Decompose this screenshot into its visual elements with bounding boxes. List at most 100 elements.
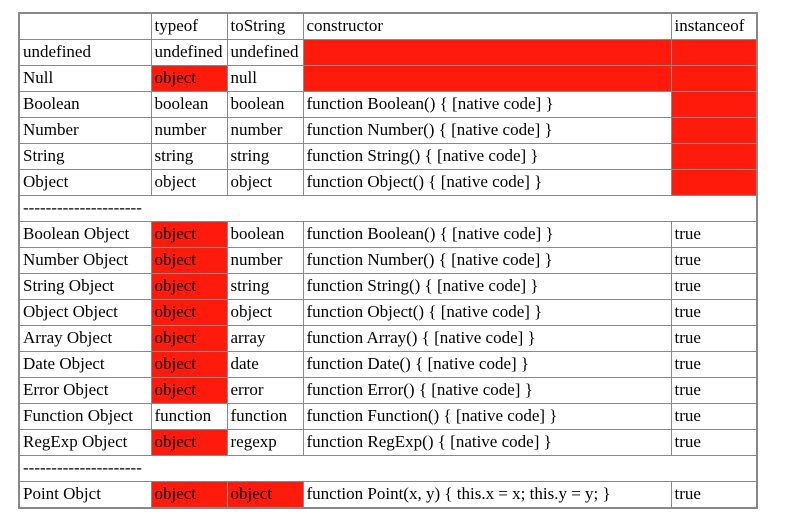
cell-instanceof: true (671, 404, 757, 430)
cell-instanceof: true (671, 430, 757, 456)
separator-cell: --------------------- (19, 196, 757, 222)
cell-constructor: function Date() { [native code] } (303, 352, 671, 378)
cell-label: Date Object (19, 352, 151, 378)
cell-tostring: function (227, 404, 303, 430)
cell-typeof: object (151, 352, 227, 378)
cell-typeof: function (151, 404, 227, 430)
cell-tostring: boolean (227, 92, 303, 118)
table-row: Stringstringstringfunction String() { [n… (19, 144, 757, 170)
separator-row: --------------------- (19, 456, 757, 482)
cell-constructor: function Number() { [native code] } (303, 118, 671, 144)
table-row: undefinedundefinedundefined (19, 40, 757, 66)
cell-tostring: number (227, 118, 303, 144)
cell-constructor: function Object() { [native code] } (303, 300, 671, 326)
cell-label: Error Object (19, 378, 151, 404)
table-row: Numbernumbernumberfunction Number() { [n… (19, 118, 757, 144)
cell-constructor: function String() { [native code] } (303, 144, 671, 170)
cell-tostring: string (227, 144, 303, 170)
cell-constructor: function Boolean() { [native code] } (303, 92, 671, 118)
cell-tostring: date (227, 352, 303, 378)
table-row: RegExp Objectobjectregexpfunction RegExp… (19, 430, 757, 456)
cell-typeof: object (151, 326, 227, 352)
cell-instanceof: true (671, 482, 757, 509)
table-row: Number Objectobjectnumberfunction Number… (19, 248, 757, 274)
cell-label: Number Object (19, 248, 151, 274)
cell-typeof: object (151, 430, 227, 456)
table-row: Point Objctobjectobjectfunction Point(x,… (19, 482, 757, 509)
cell-label: Boolean (19, 92, 151, 118)
cell-tostring: error (227, 378, 303, 404)
cell-constructor: function Point(x, y) { this.x = x; this.… (303, 482, 671, 509)
table-row: Error Objectobjecterrorfunction Error() … (19, 378, 757, 404)
table-row: Nullobjectnull (19, 66, 757, 92)
table-row: Objectobjectobjectfunction Object() { [n… (19, 170, 757, 196)
cell-instanceof: true (671, 352, 757, 378)
cell-instanceof: true (671, 274, 757, 300)
cell-label: RegExp Object (19, 430, 151, 456)
cell-tostring: null (227, 66, 303, 92)
table-row: Booleanbooleanbooleanfunction Boolean() … (19, 92, 757, 118)
separator-row: --------------------- (19, 196, 757, 222)
cell-label: Boolean Object (19, 222, 151, 248)
cell-label: Array Object (19, 326, 151, 352)
cell-instanceof (671, 170, 757, 196)
cell-constructor: function String() { [native code] } (303, 274, 671, 300)
cell-instanceof (671, 40, 757, 66)
cell-tostring: regexp (227, 430, 303, 456)
cell-instanceof: true (671, 378, 757, 404)
cell-typeof: undefined (151, 40, 227, 66)
cell-tostring: object (227, 300, 303, 326)
cell-typeof: number (151, 118, 227, 144)
cell-instanceof (671, 92, 757, 118)
table-row: Function Objectfunctionfunctionfunction … (19, 404, 757, 430)
cell-constructor: function Object() { [native code] } (303, 170, 671, 196)
cell-tostring: string (227, 274, 303, 300)
cell-constructor: function Boolean() { [native code] } (303, 222, 671, 248)
cell-typeof: object (151, 248, 227, 274)
cell-typeof: object (151, 482, 227, 509)
cell-constructor (303, 40, 671, 66)
cell-tostring: boolean (227, 222, 303, 248)
cell-typeof: object (151, 170, 227, 196)
col-header-typeof: typeof (151, 13, 227, 40)
cell-instanceof (671, 118, 757, 144)
cell-typeof: object (151, 274, 227, 300)
table-row: Array Objectobjectarrayfunction Array() … (19, 326, 757, 352)
cell-tostring: object (227, 170, 303, 196)
table-row: Boolean Objectobjectbooleanfunction Bool… (19, 222, 757, 248)
cell-typeof: string (151, 144, 227, 170)
table-header-row: typeof toString constructor instanceof (19, 13, 757, 40)
cell-label: Object Object (19, 300, 151, 326)
cell-tostring: array (227, 326, 303, 352)
cell-constructor: function Array() { [native code] } (303, 326, 671, 352)
table-row: Object Objectobjectobjectfunction Object… (19, 300, 757, 326)
cell-label: String Object (19, 274, 151, 300)
col-header-tostring: toString (227, 13, 303, 40)
cell-typeof: object (151, 378, 227, 404)
cell-label: Null (19, 66, 151, 92)
col-header-instanceof: instanceof (671, 13, 757, 40)
cell-constructor: function Function() { [native code] } (303, 404, 671, 430)
cell-label: Number (19, 118, 151, 144)
cell-typeof: object (151, 300, 227, 326)
cell-constructor: function RegExp() { [native code] } (303, 430, 671, 456)
col-header-constructor: constructor (303, 13, 671, 40)
cell-typeof: boolean (151, 92, 227, 118)
cell-typeof: object (151, 222, 227, 248)
separator-cell: --------------------- (19, 456, 757, 482)
cell-label: String (19, 144, 151, 170)
table-row: String Objectobjectstringfunction String… (19, 274, 757, 300)
cell-tostring: undefined (227, 40, 303, 66)
cell-tostring: number (227, 248, 303, 274)
cell-instanceof: true (671, 300, 757, 326)
cell-instanceof: true (671, 326, 757, 352)
table-row: Date Objectobjectdatefunction Date() { [… (19, 352, 757, 378)
cell-instanceof (671, 144, 757, 170)
cell-instanceof: true (671, 222, 757, 248)
cell-label: Function Object (19, 404, 151, 430)
cell-label: Object (19, 170, 151, 196)
cell-constructor: function Number() { [native code] } (303, 248, 671, 274)
cell-constructor (303, 66, 671, 92)
type-inspection-table: typeof toString constructor instanceof u… (18, 12, 758, 509)
cell-label: Point Objct (19, 482, 151, 509)
